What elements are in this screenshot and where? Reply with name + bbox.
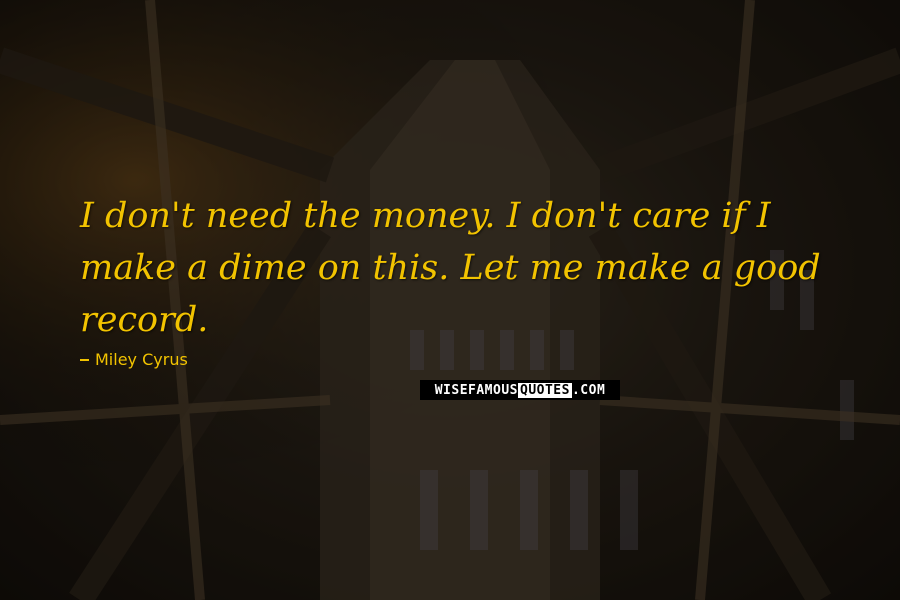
quote-text: I don't need the money. I don't care if … — [80, 196, 821, 340]
watermark-part-2: QUOTES — [518, 382, 572, 398]
watermark-part-3: .COM — [571, 382, 606, 398]
author-dash — [80, 358, 89, 361]
quote-image: I don't need the money. I don't care if … — [0, 0, 900, 600]
watermark-part-1: WISEFAMOUS — [434, 382, 518, 398]
author-name: Miley Cyrus — [95, 350, 188, 369]
author-line: Miley Cyrus — [80, 350, 188, 369]
watermark-logo: WISEFAMOUS QUOTES .COM — [420, 380, 620, 400]
